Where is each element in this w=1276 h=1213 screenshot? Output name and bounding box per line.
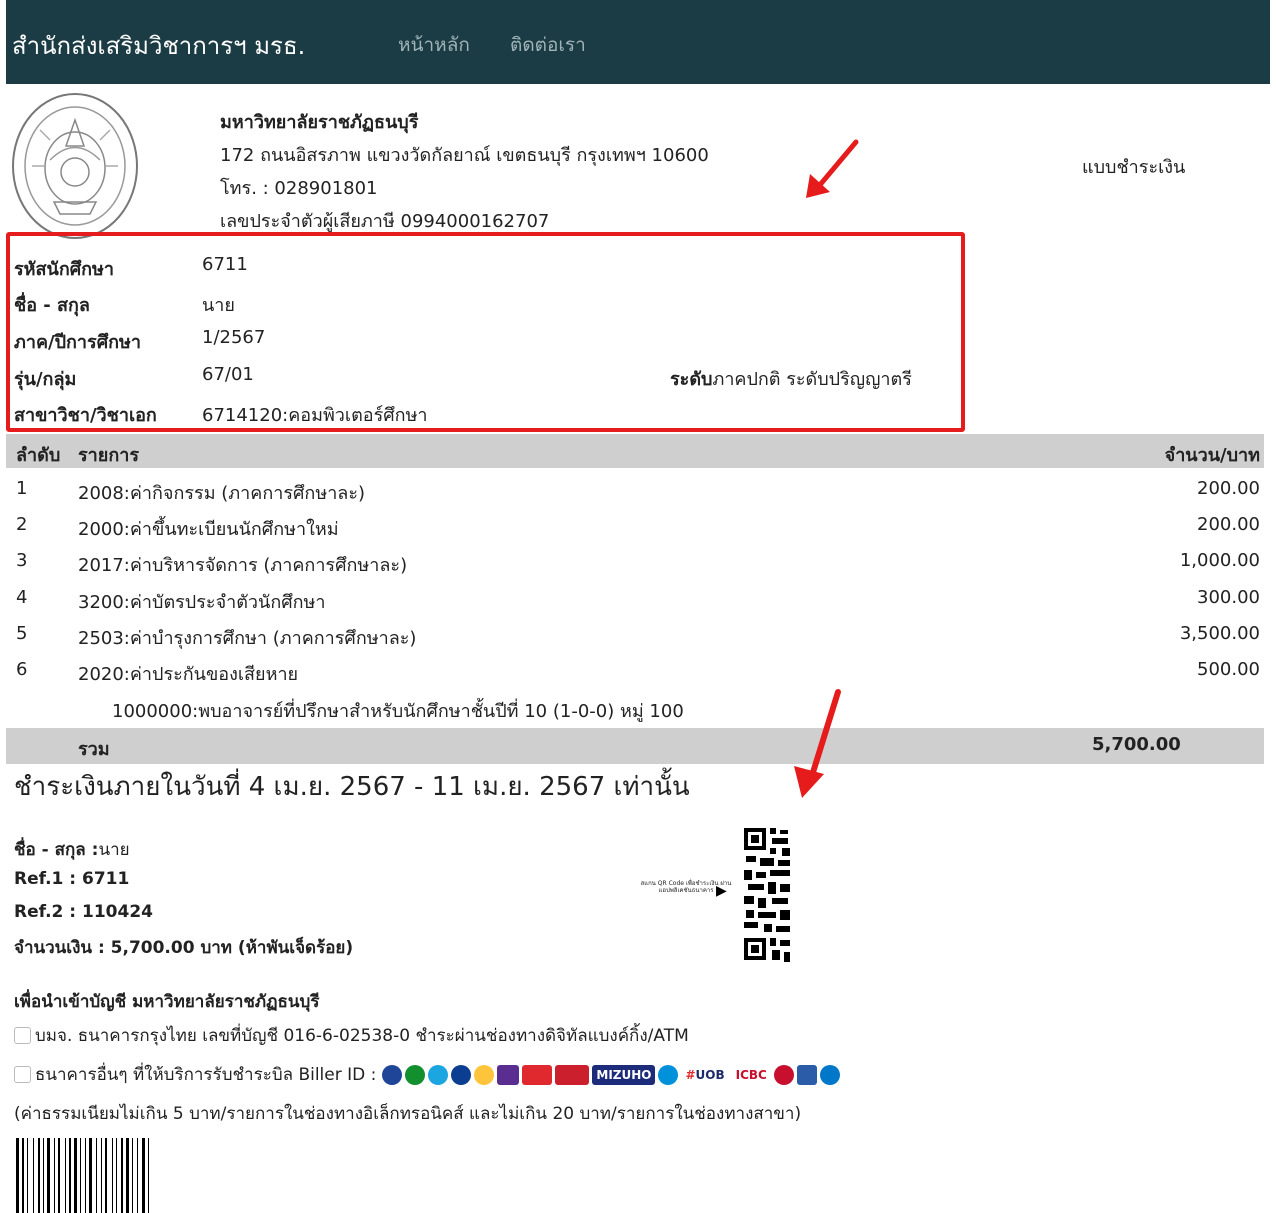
col-item-header: รายการ [78, 445, 139, 466]
row-no: 2 [16, 514, 28, 535]
payment-deadline: ชำระเงินภายในวันที่ 4 เม.ย. 2567 - 11 เม… [14, 772, 690, 802]
uob-logo-text: UOB [695, 1067, 725, 1082]
other-banks-checkbox[interactable] [14, 1066, 31, 1083]
row-amount: 300.00 [1197, 587, 1260, 608]
payment-amount: จำนวนเงิน : 5,700.00 บาท (ห้าพันเจ็ดร้อย… [14, 938, 354, 958]
university-seal-icon [12, 93, 138, 239]
barcode-icon [16, 1138, 149, 1213]
bank-logo-icon [497, 1064, 520, 1085]
table-row: 3 2017:ค่าบริหารจัดการ (ภาคการศึกษาละ) 1… [6, 544, 1264, 580]
mizuho-logo-icon: MIZUHO [592, 1064, 656, 1085]
bank-logo-icon [405, 1064, 426, 1085]
study-level-label: ระดับ [670, 369, 713, 390]
advisor-note: 1000000:พบอาจารย์ที่ปรึกษาสำหรับนักศึกษา… [112, 701, 684, 722]
col-no-header: ลำดับ [16, 445, 61, 466]
play-arrow-icon: ▶ [716, 883, 727, 899]
table-row: 6 2020:ค่าประกันของเสียหาย 500.00 [6, 653, 1264, 689]
study-level-value: ภาคปกติ ระดับปริญญาตรี [712, 369, 912, 390]
top-navbar: สำนักส่งเสริมวิชาการฯ มรธ. หน้าหลัก ติดต… [6, 0, 1270, 84]
bank-logo-icon [382, 1064, 403, 1085]
fee-note: (ค่าธรรมเนียมไม่เกิน 5 บาท/รายการในช่องท… [14, 1104, 802, 1124]
col-amount-header: จำนวน/บาท [1164, 445, 1260, 466]
row-amount: 500.00 [1197, 659, 1260, 680]
study-level: ระดับภาคปกติ ระดับปริญญาตรี [670, 364, 912, 393]
row-no: 1 [16, 478, 28, 499]
university-name: มหาวิทยาลัยราชภัฏธนบุรี [220, 112, 419, 133]
major-label: สาขาวิชา/วิชาเอก [14, 405, 157, 426]
student-id-value: 6711 [202, 254, 248, 275]
option-other-banks: ธนาคารอื่นๆ ที่ให้บริการรับชำระบิล Bille… [14, 1061, 840, 1088]
bank-logo-icon [819, 1064, 840, 1085]
table-row: 5 2503:ค่าบำรุงการศึกษา (ภาคการศึกษาละ) … [6, 617, 1264, 653]
student-name-value: นาย [202, 295, 235, 316]
semester-value: 1/2567 [202, 327, 266, 348]
fee-table-header: ลำดับ รายการ จำนวน/บาท [6, 434, 1264, 468]
total-amount: 5,700.00 [1092, 734, 1181, 755]
payment-form-label: แบบชำระเงิน [1082, 157, 1186, 178]
nav-contact[interactable]: ติดต่อเรา [510, 30, 586, 60]
bank-logo-icon [474, 1064, 495, 1085]
row-no: 6 [16, 659, 28, 680]
table-row: 4 3200:ค่าบัตรประจำตัวนักศึกษา 300.00 [6, 581, 1264, 617]
ref1: Ref.1 : 6711 [14, 869, 130, 889]
total-label: รวม [78, 739, 110, 760]
krungthai-checkbox[interactable] [14, 1027, 31, 1044]
student-name-label: ชื่อ - สกุล [14, 295, 90, 316]
row-item: 3200:ค่าบัตรประจำตัวนักศึกษา [78, 592, 326, 613]
row-item: 2000:ค่าขึ้นทะเบียนนักศึกษาใหม่ [78, 519, 339, 540]
university-phone: โทร. : 028901801 [220, 178, 378, 199]
payer-name-label: ชื่อ - สกุล : [14, 840, 99, 860]
university-info: มหาวิทยาลัยราชภัฏธนบุรี 172 ถนนอิสรภาพ แ… [220, 106, 709, 238]
red-arrow-icon [794, 689, 841, 798]
batch-label: รุ่น/กลุ่ม [14, 369, 77, 390]
row-amount: 3,500.00 [1179, 623, 1260, 644]
total-row: รวม 5,700.00 [6, 728, 1264, 764]
table-row: 1 2008:ค่ากิจกรรม (ภาคการศึกษาละ) 200.00 [6, 472, 1264, 508]
payer-name-value: นาย [98, 840, 130, 860]
student-id-label: รหัสนักศึกษา [14, 259, 115, 280]
row-amount: 200.00 [1197, 514, 1260, 535]
row-item: 2008:ค่ากิจกรรม (ภาคการศึกษาละ) [78, 483, 366, 504]
bank-logo-icon [773, 1064, 794, 1085]
red-arrow-icon [806, 139, 859, 198]
table-row: 2 2000:ค่าขึ้นทะเบียนนักศึกษาใหม่ 200.00 [6, 508, 1264, 544]
row-item: 2020:ค่าประกันของเสียหาย [78, 664, 299, 685]
row-no: 4 [16, 587, 28, 608]
bank-logo-icon [428, 1064, 449, 1085]
qr-code-icon[interactable] [742, 826, 794, 966]
site-brand[interactable]: สำนักส่งเสริมวิชาการฯ มรธ. [12, 26, 305, 65]
bank-logo-icon [522, 1064, 553, 1085]
bank-logo-icon [555, 1064, 590, 1085]
row-amount: 200.00 [1197, 478, 1260, 499]
payer-name: ชื่อ - สกุล :นาย [14, 836, 130, 863]
option-other-banks-label: ธนาคารอื่นๆ ที่ให้บริการรับชำระบิล Bille… [35, 1065, 377, 1085]
ref2: Ref.2 : 110424 [14, 902, 153, 922]
nav-home[interactable]: หน้าหลัก [398, 30, 470, 60]
bank-logo-icon [796, 1064, 817, 1085]
option-krungthai-label: บมจ. ธนาคารกรุงไทย เลขที่บัญชี 016-6-025… [35, 1026, 689, 1046]
row-item: 2503:ค่าบำรุงการศึกษา (ภาคการศึกษาละ) [78, 628, 417, 649]
bank-logo-icon [451, 1064, 472, 1085]
bank-logo-icon [658, 1064, 679, 1085]
row-no: 5 [16, 623, 28, 644]
row-amount: 1,000.00 [1179, 550, 1260, 571]
row-no: 3 [16, 550, 28, 571]
uob-logo-icon: #UOB [681, 1064, 729, 1085]
account-title: เพื่อนำเข้าบัญชี มหาวิทยาลัยราชภัฏธนบุรี [14, 992, 320, 1012]
university-address: 172 ถนนอิสรภาพ แขวงวัดกัลยาณ์ เขตธนบุรี … [220, 145, 709, 166]
semester-label: ภาค/ปีการศึกษา [14, 332, 141, 353]
bank-logos: MIZUHO #UOB ICBC [382, 1064, 840, 1085]
row-item: 2017:ค่าบริหารจัดการ (ภาคการศึกษาละ) [78, 555, 408, 576]
option-krungthai: บมจ. ธนาคารกรุงไทย เลขที่บัญชี 016-6-025… [14, 1022, 689, 1049]
major-value: 6714120:คอมพิวเตอร์ศึกษา [202, 405, 428, 426]
icbc-logo-icon: ICBC [731, 1064, 771, 1085]
batch-value: 67/01 [202, 364, 254, 385]
